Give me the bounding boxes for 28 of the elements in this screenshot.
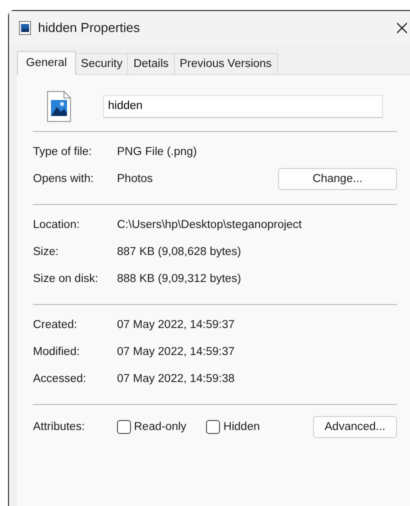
field-value: 07 May 2022, 14:59:37 xyxy=(117,318,236,330)
field-label: Attributes: xyxy=(33,420,86,432)
field-value: C:\Users\hp\Desktop\steganoproject xyxy=(117,218,303,230)
tab[interactable]: General xyxy=(17,51,76,75)
checkbox[interactable]: Read-only xyxy=(117,420,186,434)
change-button[interactable]: Change... xyxy=(278,168,397,190)
field-label: Type of file: xyxy=(33,146,93,158)
field-value: 887 KB (9,08,628 bytes) xyxy=(117,246,242,258)
close-icon[interactable] xyxy=(397,22,407,34)
advanced-button[interactable]: Advanced... xyxy=(313,416,397,438)
field-label: Accessed: xyxy=(33,372,88,384)
field-value: 888 KB (9,09,312 bytes) xyxy=(117,272,242,284)
field-label: Created: xyxy=(33,318,78,330)
tab[interactable]: Previous Versions xyxy=(174,53,278,74)
field-label: Size: xyxy=(33,246,60,258)
field-label: Opens with: xyxy=(33,172,95,184)
file-name-field[interactable]: hidden xyxy=(103,94,383,118)
field-value: 07 May 2022, 14:59:38 xyxy=(117,372,236,384)
field-value: 07 May 2022, 14:59:37 xyxy=(117,346,236,358)
field-label: Modified: xyxy=(33,346,81,358)
field-value: PNG File (.png) xyxy=(117,146,198,158)
checkbox[interactable]: Hidden xyxy=(206,420,260,434)
image-file-icon xyxy=(47,90,71,122)
image-file-icon xyxy=(19,20,31,34)
field-label: Size on disk: xyxy=(33,272,100,284)
field-label: Location: xyxy=(33,218,81,230)
field-value: Photos xyxy=(117,172,154,184)
window-title: hidden Properties xyxy=(38,20,141,35)
